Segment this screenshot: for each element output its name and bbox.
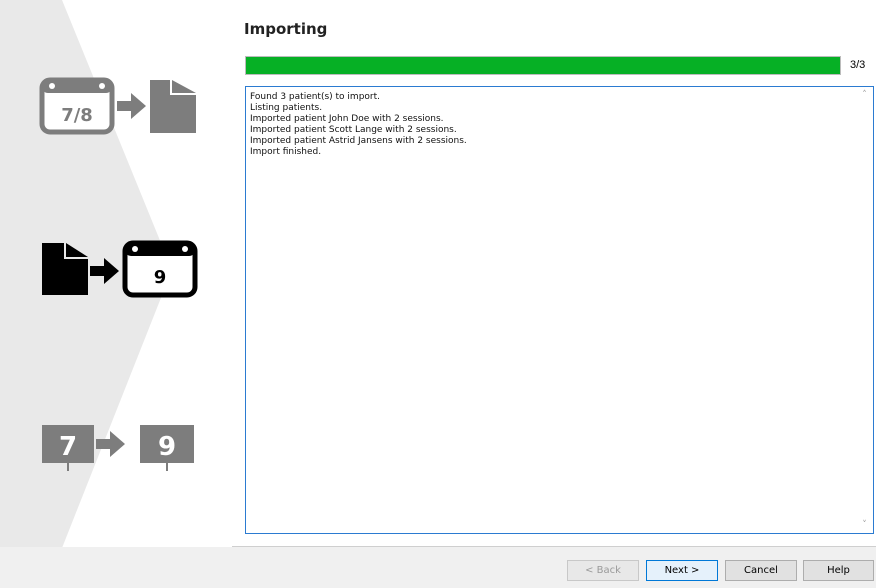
page-title: Importing	[244, 20, 328, 38]
chevron-up-icon[interactable]: ˄	[856, 87, 873, 103]
log-lines: Found 3 patient(s) to import. Listing pa…	[250, 92, 853, 158]
next-button[interactable]: Next >	[646, 560, 718, 581]
wizard-side-panel: 7/8 9 7 9	[0, 0, 232, 548]
log-line: Listing patients.	[250, 103, 323, 113]
cancel-button[interactable]: Cancel	[725, 560, 797, 581]
log-line: Imported patient Astrid Jansens with 2 s…	[250, 136, 467, 146]
arrow-right-icon	[117, 93, 146, 119]
step2-version-label: 9	[154, 267, 167, 288]
help-button[interactable]: Help	[803, 560, 874, 581]
log-line: Import finished.	[250, 147, 322, 157]
step3-from-label: 7	[59, 432, 77, 462]
log-line: Imported patient John Doe with 2 session…	[250, 114, 444, 124]
progress-count: 3/3	[850, 59, 866, 71]
progress-fill	[246, 57, 840, 74]
chevron-down-icon[interactable]: ˅	[856, 517, 873, 533]
side-panel-graphic: 7/8 9 7 9	[0, 0, 198, 548]
step1-version-label: 7/8	[61, 105, 93, 126]
step1-graphic: 7/8	[39, 77, 196, 135]
log-line: Found 3 patient(s) to import.	[250, 92, 381, 102]
log-scrollbar[interactable]: ˄ ˅	[856, 87, 873, 533]
import-progress-bar	[245, 56, 841, 75]
back-button[interactable]: < Back	[567, 560, 639, 581]
log-line: Imported patient Scott Lange with 2 sess…	[250, 125, 457, 135]
wizard-footer: < Back Next > Cancel Help	[0, 547, 876, 588]
import-log-textarea[interactable]: Found 3 patient(s) to import. Listing pa…	[245, 86, 874, 534]
step3-to-label: 9	[158, 432, 176, 462]
